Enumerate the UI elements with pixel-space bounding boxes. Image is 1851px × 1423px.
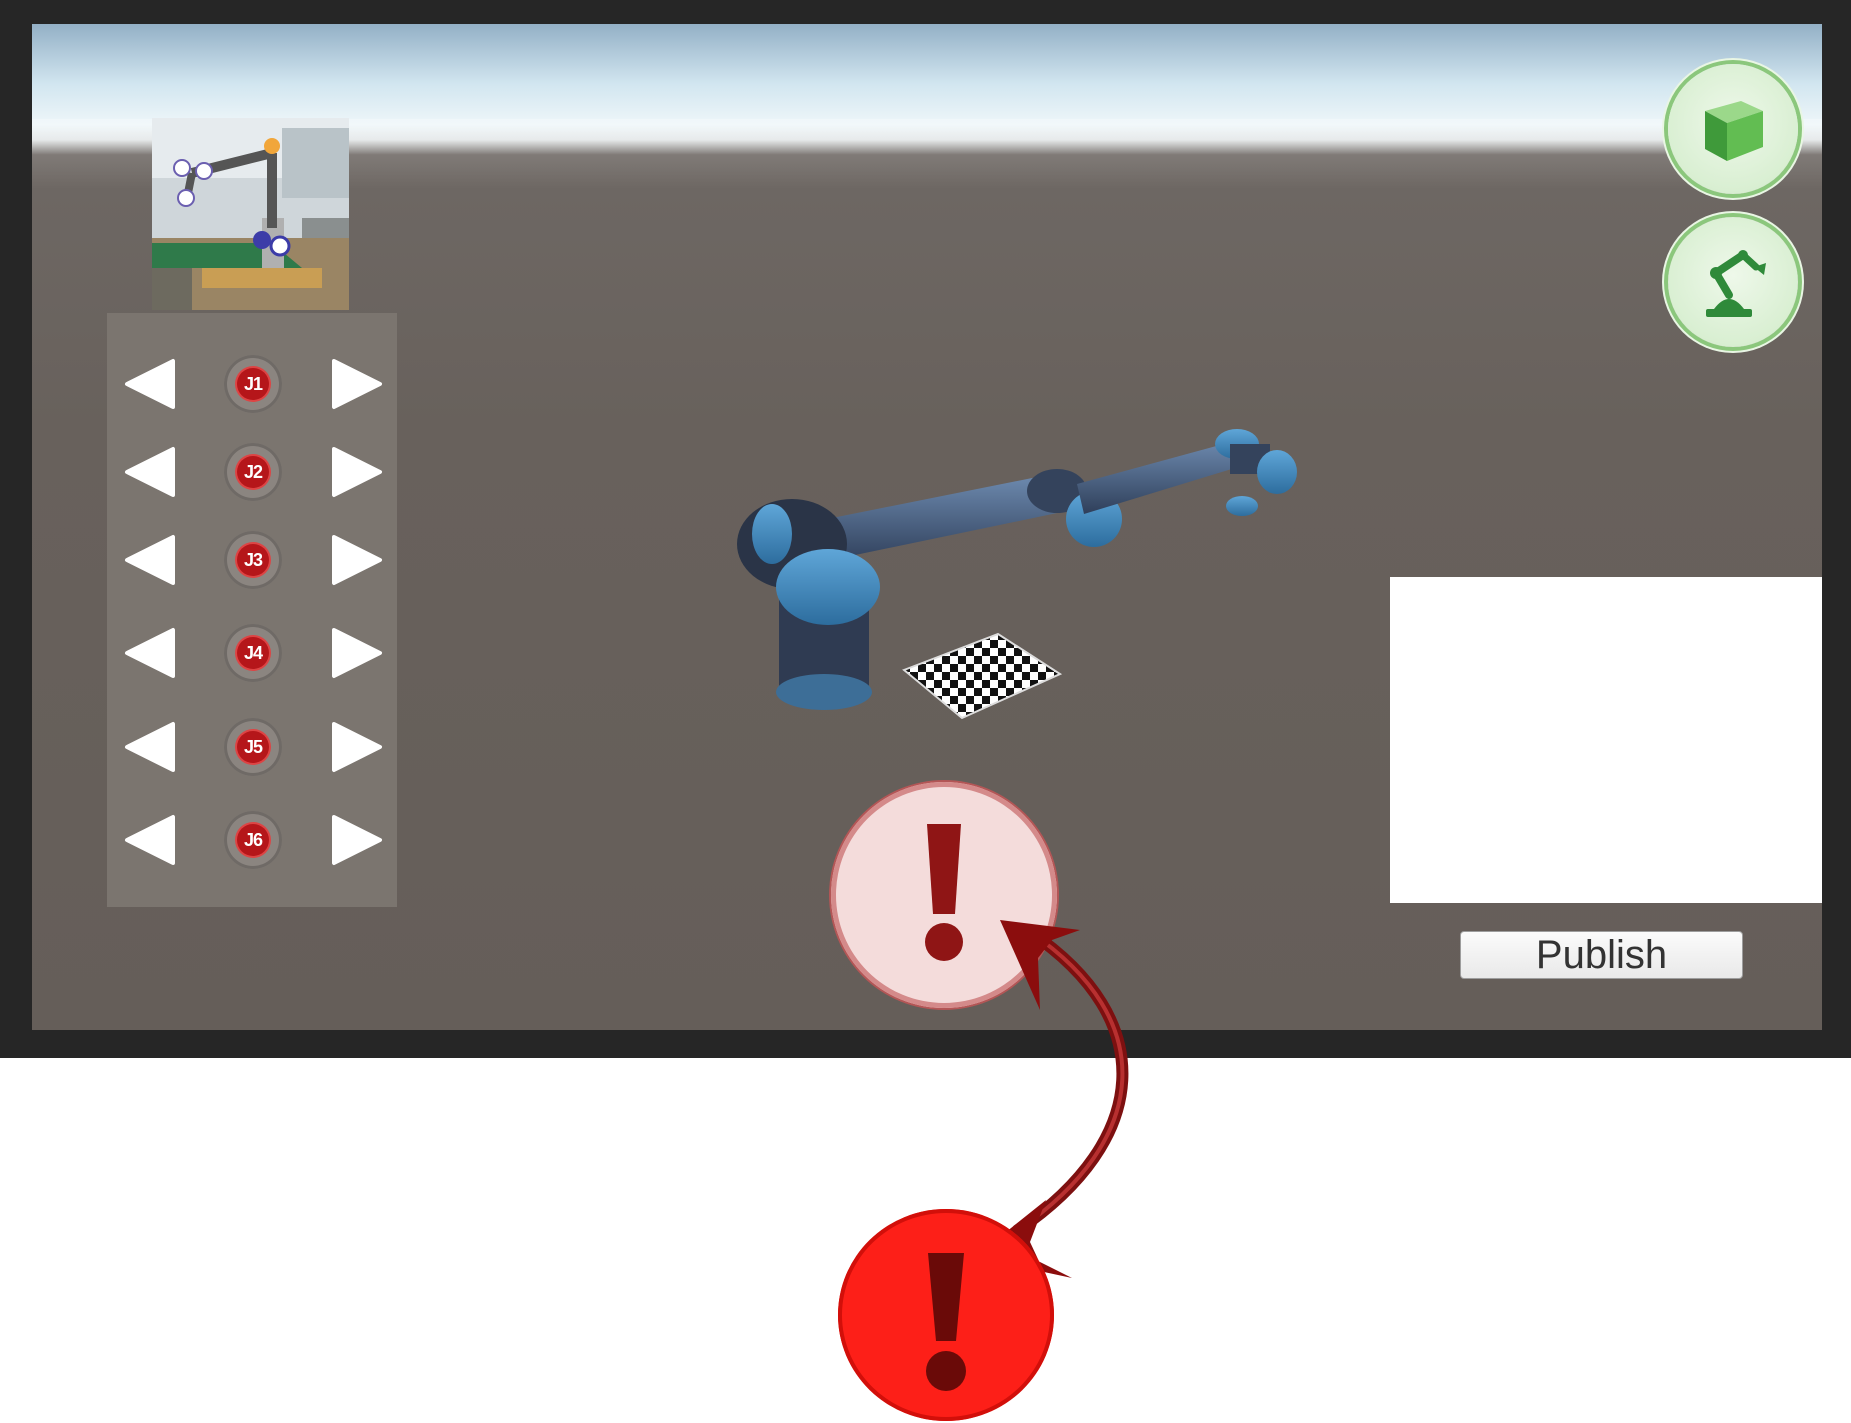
j5-increase-button[interactable]: [330, 720, 384, 774]
j6-increase-button[interactable]: [330, 813, 384, 867]
robot-mode-button[interactable]: [1668, 217, 1798, 347]
camera-photo: [152, 118, 349, 310]
joint-button-j2[interactable]: J2: [224, 443, 282, 501]
joint-label: J1: [237, 368, 269, 400]
left-arrow-icon: [125, 815, 175, 865]
left-arrow-icon: [125, 447, 175, 497]
j4-decrease-button[interactable]: [123, 626, 177, 680]
joint-label: J3: [237, 544, 269, 576]
j1-increase-button[interactable]: [330, 357, 384, 411]
left-arrow-icon: [125, 359, 175, 409]
joint-label: J2: [237, 456, 269, 488]
publish-button[interactable]: Publish: [1460, 931, 1743, 979]
right-arrow-icon: [332, 447, 382, 497]
robot-arm-icon: [1706, 250, 1766, 317]
exclamation-icon: [926, 1253, 966, 1391]
joint-row-j6: J6: [107, 805, 397, 875]
add-object-button[interactable]: [1668, 64, 1798, 194]
joint-row-j2: J2: [107, 437, 397, 507]
joint-label: J5: [237, 731, 269, 763]
joint-label: J6: [237, 824, 269, 856]
joint-button-j1[interactable]: J1: [224, 355, 282, 413]
j3-decrease-button[interactable]: [123, 533, 177, 587]
checkerboard-target: [902, 632, 1062, 720]
joint-label: J4: [237, 637, 269, 669]
j2-decrease-button[interactable]: [123, 445, 177, 499]
app-frame: J1 J2 J3 J4 J5 J6 Publish: [0, 0, 1851, 1058]
left-arrow-icon: [125, 722, 175, 772]
left-arrow-icon: [125, 535, 175, 585]
camera-thumbnail: [152, 118, 349, 310]
j4-increase-button[interactable]: [330, 626, 384, 680]
joint-row-j4: J4: [107, 618, 397, 688]
right-arrow-icon: [332, 359, 382, 409]
j6-decrease-button[interactable]: [123, 813, 177, 867]
joint-button-j6[interactable]: J6: [224, 811, 282, 869]
right-arrow-icon: [332, 628, 382, 678]
joint-row-j5: J5: [107, 712, 397, 782]
alert-legend-icon: [838, 1209, 1054, 1421]
output-panel: [1390, 577, 1822, 903]
right-arrow-icon: [332, 815, 382, 865]
right-arrow-icon: [332, 722, 382, 772]
right-arrow-icon: [332, 535, 382, 585]
joint-button-j5[interactable]: J5: [224, 718, 282, 776]
joint-row-j1: J1: [107, 349, 397, 419]
left-arrow-icon: [125, 628, 175, 678]
joint-row-j3: J3: [107, 525, 397, 595]
3d-viewport[interactable]: J1 J2 J3 J4 J5 J6 Publish: [32, 24, 1822, 1030]
j1-decrease-button[interactable]: [123, 357, 177, 411]
j3-increase-button[interactable]: [330, 533, 384, 587]
j5-decrease-button[interactable]: [123, 720, 177, 774]
cube-icon: [1705, 101, 1763, 161]
joint-button-j4[interactable]: J4: [224, 624, 282, 682]
joint-button-j3[interactable]: J3: [224, 531, 282, 589]
j2-increase-button[interactable]: [330, 445, 384, 499]
joint-control-panel: J1 J2 J3 J4 J5 J6: [107, 313, 397, 907]
